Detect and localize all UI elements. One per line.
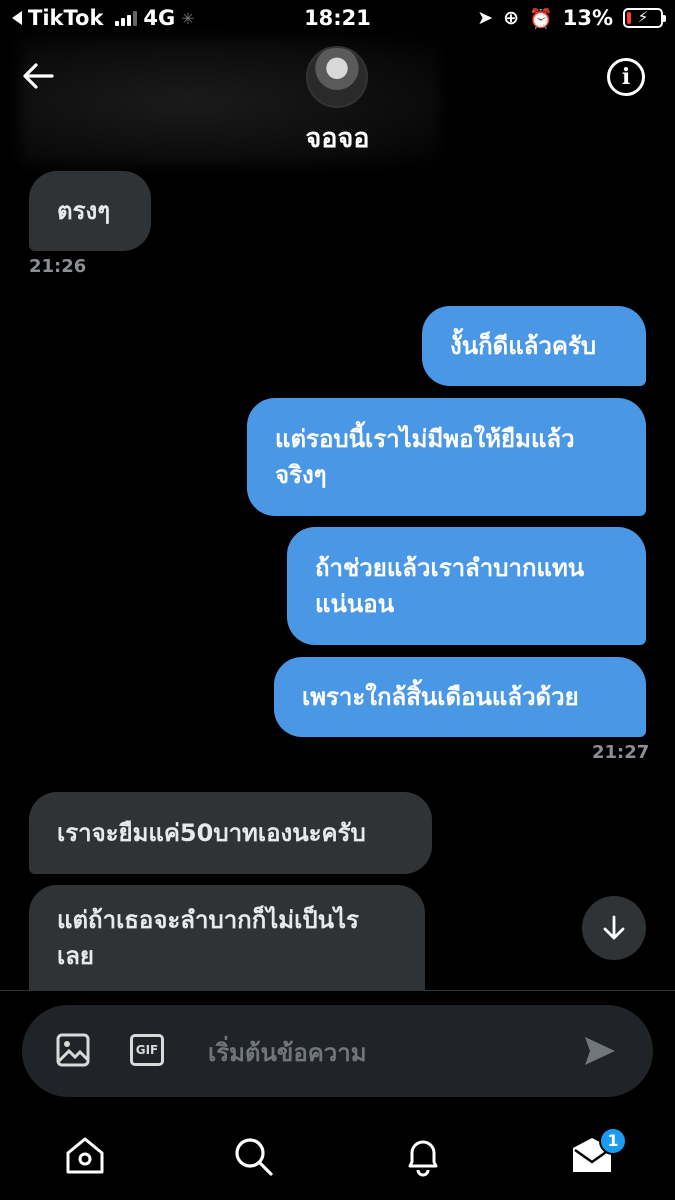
conversation-header: จอจอ i [0,38,675,166]
location-icon: ➤ [477,7,494,29]
message-text: งั้นก็ดีแล้วครับ [450,328,596,364]
divider [0,990,675,991]
rotation-lock-icon: ⊕ [503,7,520,29]
avatar[interactable] [306,46,368,108]
message-text: เพราะใกล้สิ้นเดือนแล้วด้วย [302,679,579,715]
message-line: จริงๆ [275,461,327,489]
message-line: งั้นก็ดีแล้วครับ [450,332,597,360]
message-text: แต่รอบนี้เราไม่มีพอให้ยืมแล้วจริงๆ [275,421,575,493]
battery-icon: ⚡ [623,8,666,28]
image-icon[interactable] [56,1033,90,1067]
message-line: เพราะใกล้สิ้นเดือนแล้วด้วย [302,683,579,711]
search-icon[interactable] [231,1134,275,1178]
outgoing-message[interactable]: เพราะใกล้สิ้นเดือนแล้วด้วย [274,657,646,737]
outgoing-message[interactable]: ถ้าช่วยแล้วเราลำบากแทนแน่นอน [287,527,646,645]
message-line: แต่รอบนี้เราไม่มีพอให้ยืมแล้ว [275,425,575,453]
arrow-left-icon[interactable] [18,56,58,96]
home-icon[interactable] [63,1134,107,1178]
message-timestamp: 21:27 [592,742,650,763]
message-line: ตรงๆ [57,197,111,225]
scroll-down-button[interactable] [582,896,646,960]
alarm-icon: ⏰ [529,7,553,30]
message-text: แต่ถ้าเธอจะลำบากก็ไม่เป็นไรเลย [57,902,359,974]
arrow-down-icon [603,915,625,940]
outgoing-message[interactable]: แต่รอบนี้เราไม่มีพอให้ยืมแล้วจริงๆ [247,398,646,516]
outgoing-message[interactable]: งั้นก็ดีแล้วครับ [422,306,646,386]
message-line: แต่ถ้าเธอจะลำบากก็ไม่เป็นไร [57,905,359,934]
message-text: เราจะยืมแค่50บาทเองนะครับ [57,815,366,851]
contact-name[interactable]: จอจอ [0,116,675,159]
message-timestamp: 21:26 [29,256,87,277]
message-line: เลย [57,941,94,970]
incoming-message[interactable]: แต่ถ้าเธอจะลำบากก็ไม่เป็นไรเลย [29,885,425,990]
message-input[interactable]: เริ่มต้นข้อความ [208,1033,367,1072]
message-text: ตรงๆ [57,193,110,229]
bell-icon[interactable] [401,1134,445,1178]
message-composer: GIF เริ่มต้นข้อความ [22,1005,653,1097]
battery-percent: 13% [562,6,613,30]
message-line: เราจะยืมแค่50บาทเองนะครับ [57,819,366,847]
notification-badge: 1 [599,1127,627,1155]
message-line: ถ้าช่วยแล้วเราลำบากแทน [315,554,585,582]
info-icon[interactable]: i [607,58,645,96]
message-text: ถ้าช่วยแล้วเราลำบากแทนแน่นอน [315,550,584,622]
gif-icon[interactable]: GIF [130,1034,164,1066]
incoming-message[interactable]: ตรงๆ [29,171,151,251]
status-bar: TikTok 4G ✳ 18:21 ➤ ⊕ ⏰ 13% ⚡ [0,0,675,38]
incoming-message[interactable]: เราจะยืมแค่50บาทเองนะครับ [29,792,432,874]
message-line: แน่นอน [315,590,395,618]
tab-bar [0,1120,675,1200]
send-icon[interactable] [583,1035,617,1067]
